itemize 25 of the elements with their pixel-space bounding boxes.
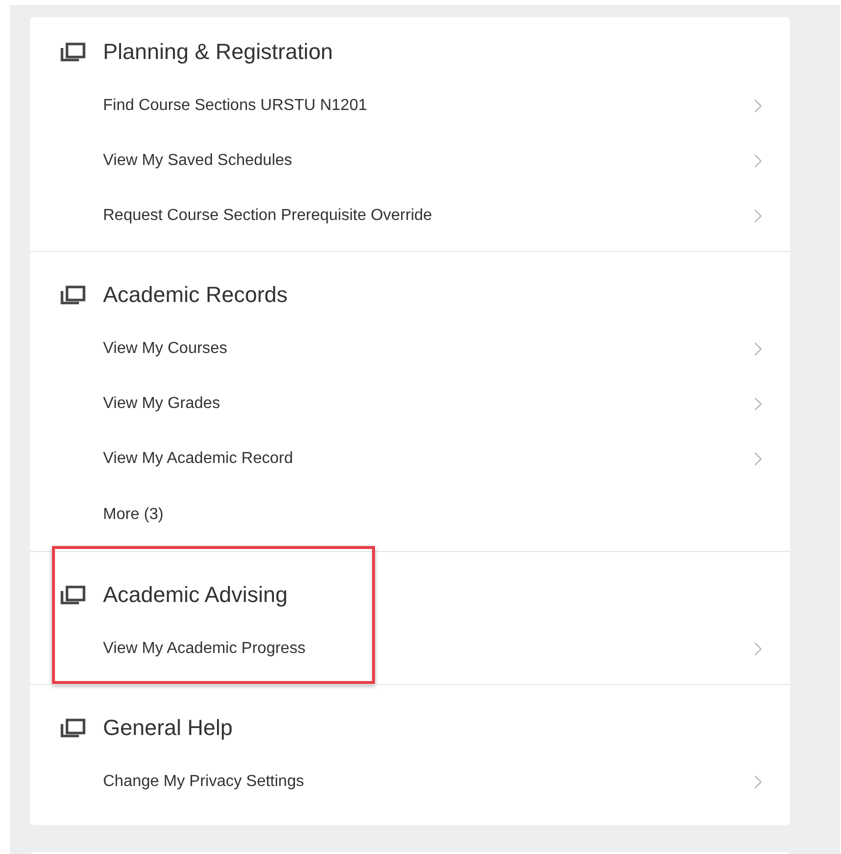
section-title: Academic Advising bbox=[103, 582, 288, 608]
menu-link[interactable]: View My Courses bbox=[30, 321, 790, 376]
menu-link[interactable]: View My Academic Progress bbox=[30, 621, 790, 676]
windows-icon bbox=[60, 718, 86, 738]
section-title: General Help bbox=[103, 715, 233, 741]
menu-link[interactable]: More (3) bbox=[30, 486, 790, 543]
chevron-right-icon bbox=[754, 208, 762, 222]
chevron-right-icon bbox=[754, 342, 762, 356]
menu-link[interactable]: Request Course Section Prerequisite Override bbox=[30, 188, 790, 243]
windows-icon bbox=[60, 585, 86, 605]
menu-link[interactable]: Find Course Sections URSTU N1201 bbox=[30, 78, 790, 133]
chevron-right-icon bbox=[754, 452, 762, 466]
menu-link[interactable]: Change My Privacy Settings bbox=[30, 754, 790, 809]
chevron-right-icon bbox=[754, 774, 762, 788]
menu-link[interactable]: View My Grades bbox=[30, 376, 790, 431]
chevron-right-icon bbox=[754, 154, 762, 168]
chevron-right-icon bbox=[754, 98, 762, 112]
chevron-right-icon bbox=[754, 396, 762, 410]
menu-link[interactable]: View My Saved Schedules bbox=[30, 133, 790, 188]
windows-icon bbox=[60, 285, 86, 305]
section-title: Planning & Registration bbox=[103, 39, 333, 65]
chevron-right-icon bbox=[754, 642, 762, 656]
windows-icon bbox=[60, 42, 86, 62]
section-title: Academic Records bbox=[103, 282, 288, 308]
menu-link[interactable]: View My Academic Record bbox=[30, 431, 790, 486]
